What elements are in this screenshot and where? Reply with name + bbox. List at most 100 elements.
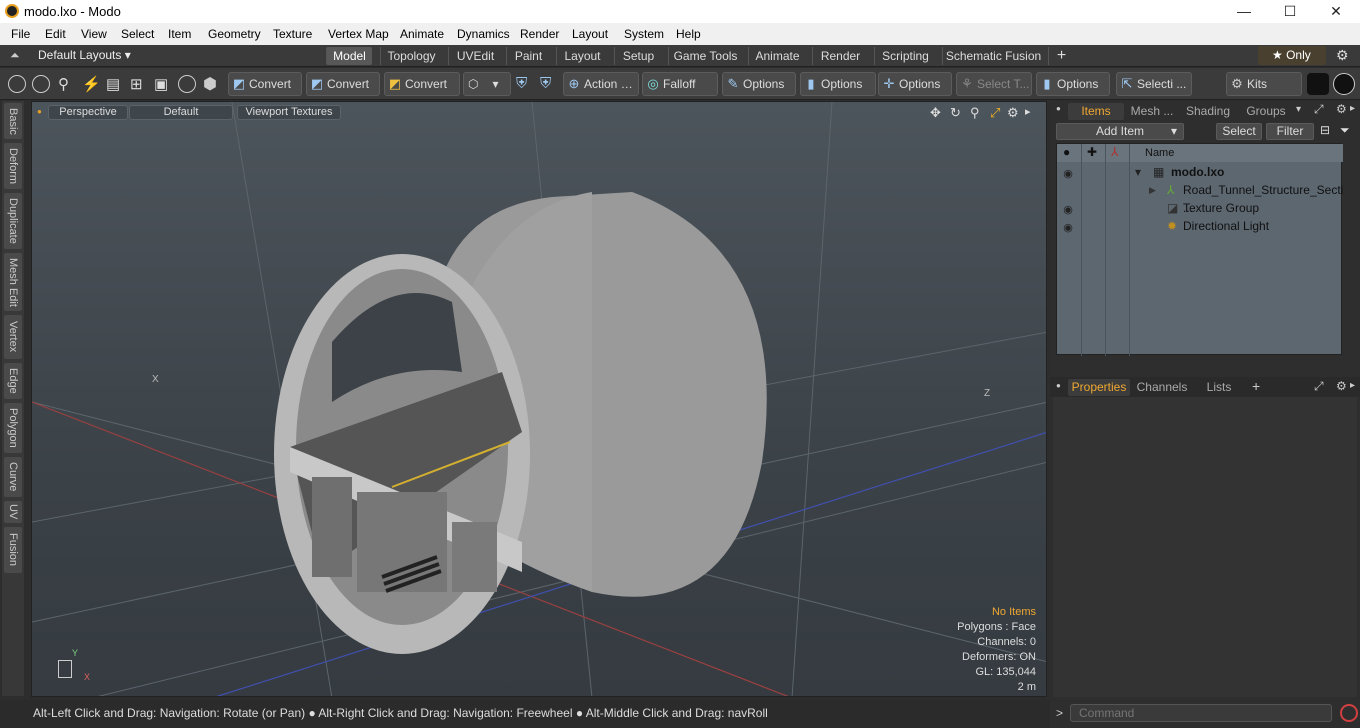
menu-file[interactable]: File xyxy=(11,27,30,41)
panel-expand-icon[interactable]: ⤢ xyxy=(1314,379,1324,394)
tab-properties[interactable]: Properties xyxy=(1068,379,1130,396)
options-button-4[interactable]: ▮ Options xyxy=(1036,72,1110,96)
polygon-icon[interactable]: ▤ xyxy=(106,75,120,93)
menu-help[interactable]: Help xyxy=(676,27,701,41)
eye-icon[interactable]: ◉ xyxy=(1061,165,1075,180)
symmetry-icon[interactable]: ⛨ xyxy=(516,75,527,92)
expand-arrow-icon[interactable]: ▾ xyxy=(1135,163,1141,181)
pen-icon[interactable]: ⚲ xyxy=(58,75,69,93)
close-button[interactable]: ✕ xyxy=(1313,1,1359,22)
item-row-modo[interactable]: ◉ ▾ ▦ modo.lxo xyxy=(1057,163,1343,181)
left-tab-deform[interactable]: Deform xyxy=(4,143,22,189)
action-center-button[interactable]: ⊕ Action … xyxy=(563,72,639,96)
eye-icon[interactable]: ◉ xyxy=(1061,201,1075,216)
panel-menu-dot-icon[interactable]: ● xyxy=(1056,104,1061,113)
viewport-textures-dropdown[interactable]: Viewport Textures xyxy=(237,105,341,120)
layout-toggle-icon[interactable]: ⏶ xyxy=(10,48,20,63)
expand-arrow-icon[interactable]: ▶ xyxy=(1149,181,1156,199)
menu-item[interactable]: Item xyxy=(168,27,191,41)
maximize-view-icon[interactable]: ⤢ xyxy=(990,105,1000,121)
minimize-button[interactable]: — xyxy=(1221,1,1267,22)
options-button-2[interactable]: ▮ Options xyxy=(800,72,876,96)
vertex-mode-icon[interactable] xyxy=(8,75,26,93)
menu-system[interactable]: System xyxy=(624,27,664,41)
menu-render[interactable]: Render xyxy=(520,27,559,41)
tab-model[interactable]: Model xyxy=(326,47,372,65)
panel-options-icon[interactable]: ⚙ xyxy=(1336,102,1347,116)
menu-view[interactable]: View xyxy=(81,27,107,41)
cube-icon[interactable]: ⬢ xyxy=(203,74,217,94)
panel-arrow-icon[interactable]: ▸ xyxy=(1350,380,1355,391)
move-view-icon[interactable]: ✥ xyxy=(930,105,941,121)
funnel-icon[interactable]: ⏷ xyxy=(1340,123,1350,138)
default-layouts-dropdown[interactable]: Default Layouts ▾ xyxy=(38,48,131,62)
unity-icon[interactable] xyxy=(1307,73,1329,95)
panel-menu-dot-icon[interactable]: ● xyxy=(1056,381,1061,390)
left-tab-mesh-edit[interactable]: Mesh Edit xyxy=(4,253,22,311)
left-tab-polygon[interactable]: Polygon xyxy=(4,403,22,453)
filter-button[interactable]: Filter xyxy=(1266,123,1314,140)
eye-icon[interactable]: ◉ xyxy=(1061,219,1075,234)
convert-button-2[interactable]: ◩ Convert xyxy=(306,72,380,96)
select-button[interactable]: Select xyxy=(1216,123,1262,140)
menu-dynamics[interactable]: Dynamics xyxy=(457,27,510,41)
edge-icon[interactable]: ⚡ xyxy=(82,75,101,93)
tab-paint[interactable]: Paint xyxy=(506,47,550,65)
left-tab-fusion[interactable]: Fusion xyxy=(4,527,22,573)
item-row-directional-light[interactable]: ◉ ✹ Directional Light xyxy=(1057,217,1343,235)
maximize-button[interactable]: ☐ xyxy=(1267,1,1313,22)
menu-geometry[interactable]: Geometry xyxy=(208,27,261,41)
command-input[interactable] xyxy=(1070,704,1332,722)
selection-button[interactable]: ⇱ Selecti ... xyxy=(1116,72,1192,96)
record-macro-icon[interactable] xyxy=(1340,704,1358,722)
tab-setup[interactable]: Setup xyxy=(614,47,662,65)
snap-icon[interactable]: ⛨ xyxy=(540,75,551,92)
convert-button-1[interactable]: ◩ Convert xyxy=(228,72,302,96)
globe-icon[interactable] xyxy=(32,75,50,93)
left-tab-uv[interactable]: UV xyxy=(4,501,22,523)
options-button-1[interactable]: ✎ Options xyxy=(722,72,796,96)
kits-button[interactable]: ⚙ Kits xyxy=(1226,72,1302,96)
zoom-icon[interactable]: ⚲ xyxy=(970,105,980,121)
tab-schematic-fusion[interactable]: Schematic Fusion xyxy=(942,47,1044,65)
left-tab-basic[interactable]: Basic xyxy=(4,103,22,139)
rotate-view-icon[interactable]: ↻ xyxy=(950,105,961,121)
item-row-mesh[interactable]: ▶ ⅄ Road_Tunnel_Structure_Secti ... xyxy=(1057,181,1343,215)
select-t-button[interactable]: ⚘ Select T... xyxy=(956,72,1032,96)
menu-animate[interactable]: Animate xyxy=(400,27,444,41)
menu-vertex-map[interactable]: Vertex Map xyxy=(328,27,389,41)
tab-lists[interactable]: Lists xyxy=(1194,379,1244,396)
tab-groups[interactable]: Groups xyxy=(1238,103,1294,120)
falloff-button[interactable]: ◎ Falloff xyxy=(642,72,718,96)
left-tab-vertex[interactable]: Vertex xyxy=(4,315,22,359)
material-icon[interactable]: ▣ xyxy=(154,75,168,93)
unreal-icon[interactable] xyxy=(1333,73,1355,95)
tab-items[interactable]: Items xyxy=(1068,103,1124,120)
viewport-menu-dot-icon[interactable]: ● xyxy=(37,107,42,116)
mesh-dropdown[interactable]: ⬡ ▾ xyxy=(463,72,511,96)
add-tab-icon[interactable]: + xyxy=(1252,378,1260,394)
tab-mesh[interactable]: Mesh ... xyxy=(1126,103,1178,120)
tab-scripting[interactable]: Scripting xyxy=(874,47,936,65)
gear-icon[interactable]: ⚙ xyxy=(1336,47,1349,64)
view-settings-icon[interactable]: ⚙ xyxy=(1007,105,1019,121)
collapse-icon[interactable]: ⊟ xyxy=(1320,123,1330,137)
menu-texture[interactable]: Texture xyxy=(273,27,312,41)
perspective-dropdown[interactable]: Perspective xyxy=(48,105,128,120)
tab-game-tools[interactable]: Game Tools xyxy=(668,47,742,65)
tab-topology[interactable]: Topology xyxy=(380,47,442,65)
item-icon[interactable]: ⊞ xyxy=(130,75,143,93)
tab-render[interactable]: Render xyxy=(812,47,868,65)
add-item-button[interactable]: Add Item ▾ xyxy=(1056,123,1184,140)
tab-animate[interactable]: Animate xyxy=(748,47,806,65)
tab-layout[interactable]: Layout xyxy=(556,47,608,65)
menu-layout[interactable]: Layout xyxy=(572,27,608,41)
add-tab-button[interactable]: + xyxy=(1048,47,1074,65)
tab-channels[interactable]: Channels xyxy=(1134,379,1190,396)
panel-expand-icon[interactable]: ⤢ xyxy=(1314,102,1324,117)
item-row-texture-group[interactable]: ◉ ◪ Texture Group xyxy=(1057,199,1343,217)
convert-button-3[interactable]: ◩ Convert xyxy=(384,72,460,96)
default-shading-dropdown[interactable]: Default xyxy=(129,105,233,120)
3d-viewport[interactable]: ● Perspective Default Viewport Textures … xyxy=(31,101,1047,697)
only-button[interactable]: ★ Only xyxy=(1258,46,1326,65)
